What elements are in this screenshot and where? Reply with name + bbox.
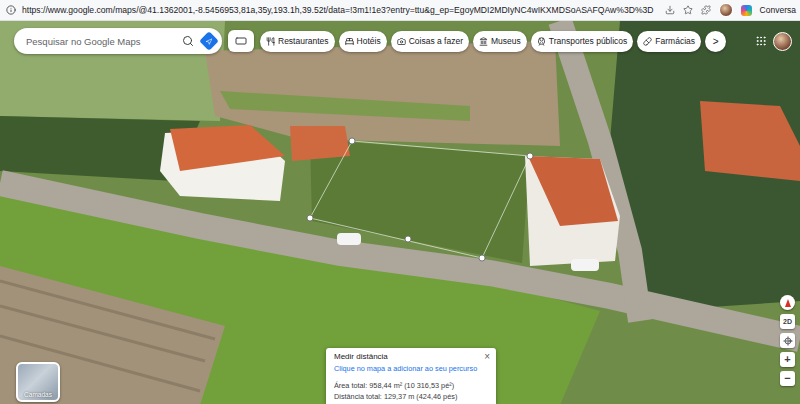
category-chip[interactable]: Museus [473, 31, 527, 52]
browser-actions: Conversa [665, 3, 796, 17]
copilot-icon[interactable] [741, 5, 752, 16]
url-field[interactable]: https://www.google.com/maps/@41.1362001,… [22, 5, 659, 15]
total-distance: Distância total: 129,37 m (424,46 pés) [334, 392, 490, 401]
measure-point[interactable] [307, 215, 313, 221]
category-chip[interactable]: Coisas a fazer [391, 31, 469, 52]
extensions-icon[interactable] [701, 5, 711, 15]
search-placeholder[interactable]: Pesquisar no Google Maps [26, 36, 174, 47]
more-chips-button[interactable]: > [705, 31, 726, 52]
account-avatar[interactable] [773, 32, 792, 51]
category-icon [266, 37, 275, 46]
download-icon[interactable] [665, 5, 675, 15]
category-chip[interactable]: Restaurantes [260, 31, 335, 52]
zoom-out-button[interactable]: − [780, 371, 795, 386]
satellite-imagery[interactable] [0, 21, 800, 404]
compass-icon[interactable] [780, 295, 795, 310]
locate-icon [783, 336, 793, 346]
map-controls: 2D + − [780, 295, 795, 386]
chat-label[interactable]: Conversa [760, 5, 796, 15]
category-chip[interactable]: Farmácias [637, 31, 701, 52]
map-view[interactable]: Pesquisar no Google Maps RestaurantesHoté… [0, 21, 800, 404]
view-2d-button[interactable]: 2D [780, 314, 795, 329]
category-icon [537, 37, 546, 46]
site-info-icon[interactable] [6, 5, 16, 15]
measure-point[interactable] [479, 255, 485, 261]
layers-button[interactable]: Camadas [16, 362, 60, 402]
measure-title: Medir distância [334, 352, 388, 361]
browser-window: https://www.google.com/maps/@41.1362001,… [0, 0, 800, 404]
map-toolbar: Pesquisar no Google Maps RestaurantesHoté… [14, 28, 792, 54]
address-bar: https://www.google.com/maps/@41.1362001,… [0, 0, 800, 21]
rectangle-icon [235, 35, 247, 47]
search-icon[interactable] [182, 35, 194, 47]
search-box[interactable]: Pesquisar no Google Maps [14, 28, 222, 54]
zoom-in-button[interactable]: + [780, 352, 795, 367]
category-icon [345, 37, 354, 46]
measure-header: Medir distância × [334, 352, 490, 362]
apps-grid-icon[interactable] [755, 35, 767, 47]
measure-point[interactable] [527, 153, 533, 159]
measure-panel: Medir distância × Clique no mapa a adicion… [326, 348, 496, 404]
layers-label[interactable]: Camadas [24, 392, 52, 399]
view-toggle-button[interactable] [228, 30, 254, 52]
directions-icon[interactable] [199, 31, 219, 51]
locate-button[interactable] [780, 333, 795, 348]
category-icon [479, 37, 488, 46]
category-icon [643, 37, 652, 46]
total-area: Área total: 958,44 m² (10 316,53 pé²) [334, 381, 490, 390]
category-chip[interactable]: Transportes públicos [531, 31, 634, 52]
measure-point[interactable] [349, 138, 355, 144]
category-icon [397, 37, 406, 46]
category-chips: RestaurantesHotéisCoisas a fazerMuseusTr… [260, 31, 726, 52]
star-icon[interactable] [683, 5, 693, 15]
account-area [755, 32, 792, 51]
close-button[interactable]: × [484, 352, 490, 362]
category-chip[interactable]: Hotéis [339, 31, 387, 52]
profile-avatar[interactable] [719, 3, 733, 17]
measure-point[interactable] [405, 236, 411, 242]
measure-hint: Clique no mapa a adicionar ao seu percur… [334, 364, 490, 373]
